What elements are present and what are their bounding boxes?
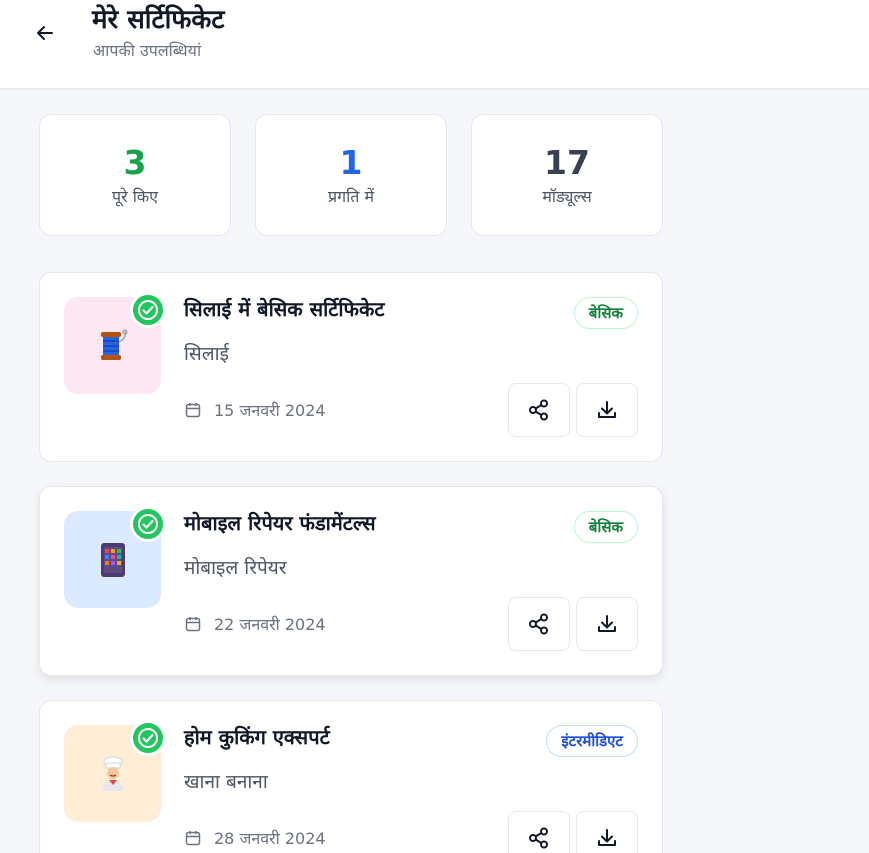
download-icon [598,401,616,418]
share-button[interactable] [508,383,570,437]
stat-in-progress: 1 प्रगति में [255,114,447,236]
stat-in-progress-value: 1 [339,143,363,182]
app-header: मेरे सर्टिफिकेट आपकी उपलब्धियां [0,0,869,89]
certificate-date: 15 जनवरी 2024 [184,397,326,423]
stat-modules-label: मॉड्यूल्स [542,187,592,206]
level-badge: बेसिक [573,511,638,543]
stat-in-progress-label: प्रगति में [327,187,375,206]
level-badge: इंटरमीडिएट [546,725,638,757]
download-button[interactable] [576,811,638,853]
certificate-title: मोबाइल रिपेयर फंडामेंटल्स [184,511,376,535]
page-subtitle: आपकी उपलब्धियां [93,41,202,60]
stat-modules-value: 17 [544,143,590,182]
certificate-date-text: 22 जनवरी 2024 [214,615,326,634]
stat-modules: 17 मॉड्यूल्स [471,114,663,236]
cook-icon [101,756,124,791]
completed-check-icon [130,292,166,328]
calendar-icon [185,403,201,418]
back-button[interactable] [28,16,62,50]
calendar-icon [185,617,201,632]
certificate-category: खाना बनाना [184,771,268,793]
certificate-date: 28 जनवरी 2024 [184,825,326,851]
completed-check-icon [130,506,166,542]
stat-completed-value: 3 [123,143,147,182]
share-button[interactable] [508,811,570,853]
calendar-icon [185,831,201,846]
level-badge: बेसिक [573,297,638,329]
page-title: मेरे सर्टिफिकेट [92,5,225,35]
download-button[interactable] [576,383,638,437]
certificate-category: मोबाइल रिपेयर [184,557,287,579]
certificate-date-text: 15 जनवरी 2024 [214,401,326,420]
certificate-card[interactable]: मोबाइल रिपेयर फंडामेंटल्स बेसिक मोबाइल र… [39,486,663,676]
share-icon [529,613,548,635]
certificate-category: सिलाई [184,343,229,365]
download-icon [598,829,616,846]
download-icon [598,615,616,632]
stat-completed-label: पूरे किए [112,187,158,206]
certificate-date-text: 28 जनवरी 2024 [214,829,326,848]
certificate-date: 22 जनवरी 2024 [184,611,326,637]
certificate-title: सिलाई में बेसिक सर्टिफिकेट [184,297,385,321]
share-icon [529,399,548,421]
certificate-card[interactable]: सिलाई में बेसिक सर्टिफिकेट बेसिक सिलाई 1… [39,272,663,462]
certificate-card[interactable]: होम कुकिंग एक्सपर्ट इंटरमीडिएट खाना बनान… [39,700,663,853]
download-button[interactable] [576,597,638,651]
thread-spool-icon [100,328,128,360]
share-icon [529,827,548,849]
stat-completed: 3 पूरे किए [39,114,231,236]
completed-check-icon [130,720,166,756]
share-button[interactable] [508,597,570,651]
mobile-phone-icon [100,542,125,577]
certificate-title: होम कुकिंग एक्सपर्ट [184,725,330,749]
arrow-left-icon [37,26,53,40]
